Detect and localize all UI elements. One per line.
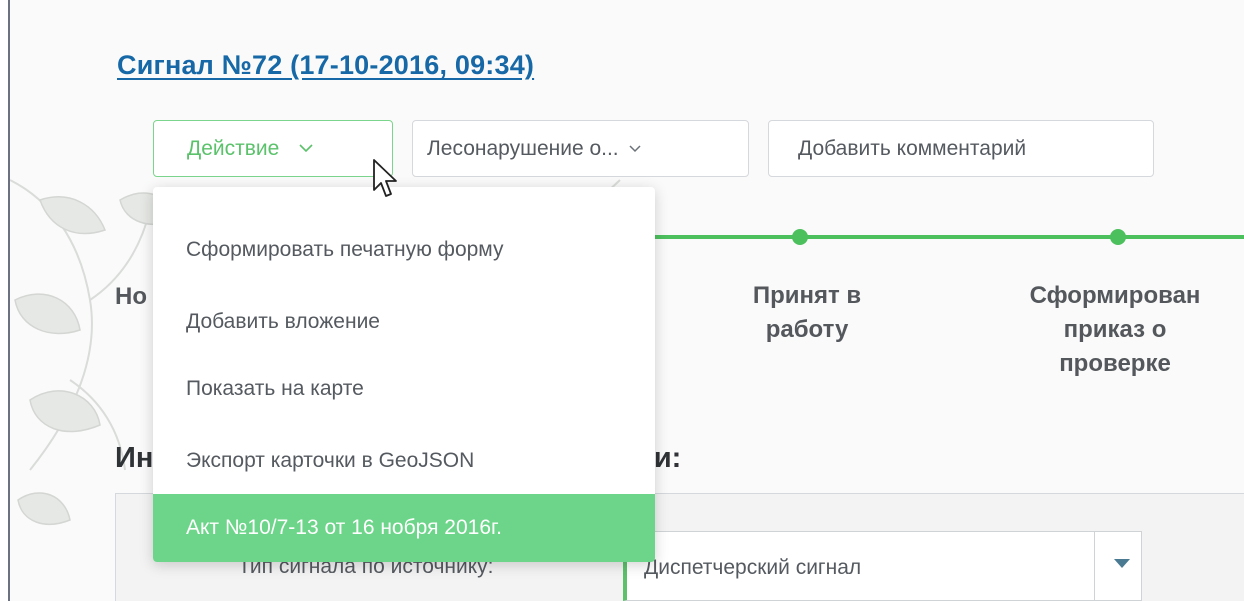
menu-item-label: Сформировать печатную форму [186,238,504,261]
action-dropdown-label: Действие [187,136,280,160]
menu-item-label: Экспорт карточки в GeoJSON [186,449,475,472]
menu-item-act[interactable]: Акт №10/7-13 от 16 нобря 2016г. [153,494,655,562]
menu-item-label: Добавить вложение [186,310,380,333]
action-dropdown-menu: Сформировать печатную форму Добавить вло… [153,187,655,562]
action-dropdown-button[interactable]: Действие [153,120,393,177]
menu-item-print-form[interactable]: Сформировать печатную форму [153,216,655,284]
menu-item-show-on-map[interactable]: Показать на карте [153,355,655,423]
cursor-arrow-icon [373,159,397,197]
window-left-border [0,0,10,601]
stage-label-line: приказ о [1063,316,1167,343]
timeline-stage-accepted: Принят в работу [722,279,892,347]
violation-type-label: Лесонарушение о... [427,136,619,160]
stage-label-line: работу [765,316,849,343]
timeline-stage-new: Но [115,283,147,310]
stage-label-line: проверке [1059,350,1171,377]
timeline-step-marker [792,229,808,245]
status-timeline-line [650,235,1244,239]
timeline-step-marker [1110,229,1126,245]
signal-card: Сигнал №72 (17-10-2016, 09:34) Действие … [10,0,1244,601]
select-divider [1094,532,1095,600]
menu-item-add-attachment[interactable]: Добавить вложение [153,288,655,356]
source-type-value: Диспетчерский сигнал [644,556,862,579]
add-comment-label: Добавить комментарий [798,136,1027,160]
source-type-select[interactable]: Диспетчерский сигнал [623,531,1142,601]
stage-label-line: Сформирован [1029,282,1201,309]
caret-down-icon[interactable] [1114,559,1130,568]
section-title-start: Ин [115,442,154,474]
signal-title-link[interactable]: Сигнал №72 (17-10-2016, 09:34) [117,50,534,81]
menu-item-export-geojson[interactable]: Экспорт карточки в GeoJSON [153,427,655,495]
stage-label-line: Принят в [752,282,862,309]
timeline-stage-inspection-order: Сформирован приказ о проверке [1000,279,1230,381]
menu-item-label: Показать на карте [186,377,364,400]
add-comment-button[interactable]: Добавить комментарий [768,120,1154,177]
chevron-down-icon [299,144,313,153]
chevron-down-icon [629,144,641,152]
violation-type-dropdown[interactable]: Лесонарушение о... [412,120,749,177]
menu-item-label: Акт №10/7-13 от 16 нобря 2016г. [186,516,502,539]
